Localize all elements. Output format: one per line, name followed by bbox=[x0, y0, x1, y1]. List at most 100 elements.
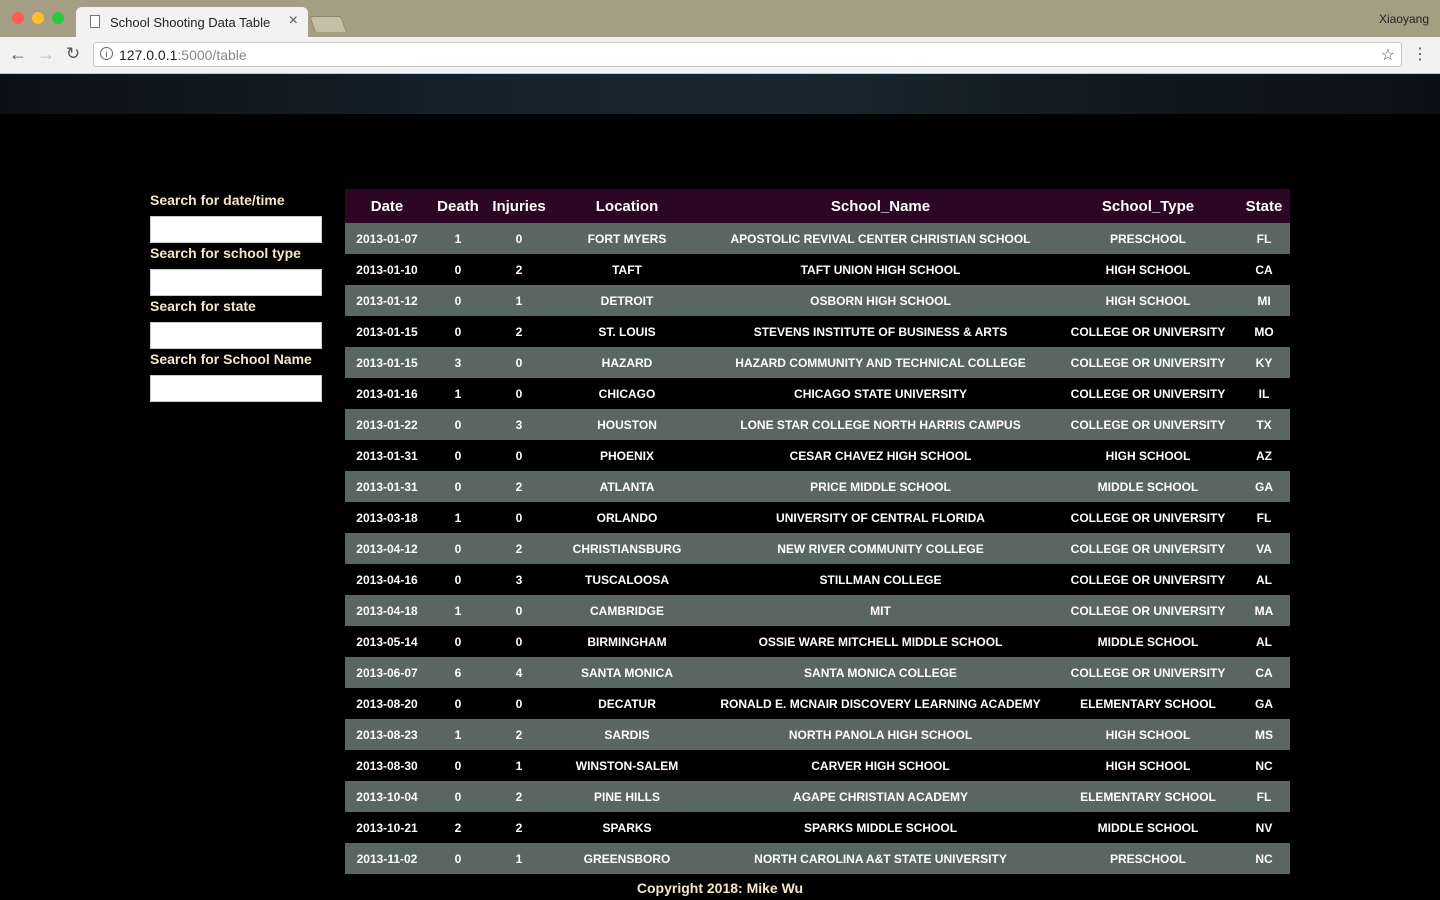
search-date-label: Search for date/time bbox=[150, 192, 285, 208]
table-cell: 2013-01-16 bbox=[356, 386, 418, 401]
table-cell: FL bbox=[1256, 510, 1272, 525]
table-cell: CHICAGO bbox=[598, 386, 656, 401]
star-icon[interactable]: ☆ bbox=[1381, 45, 1395, 65]
table-cell: 0 bbox=[454, 448, 462, 463]
table-cell: TX bbox=[1256, 417, 1272, 432]
search-school-label: Search for School Name bbox=[150, 351, 312, 367]
tab-title: School Shooting Data Table bbox=[110, 15, 271, 30]
search-type-group: Search for school type bbox=[150, 243, 322, 296]
table-cell: COLLEGE OR UNIVERSITY bbox=[1070, 386, 1226, 401]
table-row: 2013-01-12 0 1 DETROIT OSBORN HIGH SCHOOL HIG… bbox=[345, 285, 1290, 316]
table-row: 2013-01-16 1 0 CHICAGO CHICAGO STATE UNIVERS… bbox=[345, 378, 1290, 409]
reload-icon[interactable]: ↻ bbox=[62, 43, 84, 65]
table-cell: 0 bbox=[454, 324, 462, 339]
table-cell: 1 bbox=[454, 510, 462, 525]
table-cell: MIDDLE SCHOOL bbox=[1097, 479, 1199, 494]
column-header: School_Type bbox=[1101, 197, 1195, 215]
profile-name[interactable]: Xiaoyang bbox=[1379, 12, 1429, 26]
back-icon[interactable]: ← bbox=[7, 43, 29, 65]
table-cell: HIGH SCHOOL bbox=[1105, 293, 1191, 308]
table-cell: AL bbox=[1256, 634, 1272, 649]
table-cell: 0 bbox=[454, 789, 462, 804]
table-cell: 2 bbox=[515, 727, 523, 742]
search-date-input[interactable] bbox=[150, 216, 322, 243]
table-cell: 0 bbox=[454, 417, 462, 432]
table-cell: 2013-01-10 bbox=[356, 262, 418, 277]
table-cell: BIRMINGHAM bbox=[587, 634, 667, 649]
table-cell: 0 bbox=[454, 634, 462, 649]
table-cell: MIDDLE SCHOOL bbox=[1097, 634, 1199, 649]
table-cell: 0 bbox=[454, 479, 462, 494]
table-row: 2013-04-18 1 0 CAMBRIDGE MIT COLLEGE OR UNIVE… bbox=[345, 595, 1290, 626]
address-bar[interactable]: i 127.0.0.1:5000/table ☆ bbox=[93, 42, 1402, 67]
table-cell: 1 bbox=[454, 231, 462, 246]
table-cell: 3 bbox=[515, 572, 523, 587]
table-cell: AL bbox=[1256, 572, 1272, 587]
table-row: 2013-04-12 0 2 CHRISTIANSBURG NEW RIVER COMM… bbox=[345, 533, 1290, 564]
table-cell: CA bbox=[1255, 665, 1273, 680]
table-cell: GA bbox=[1255, 479, 1273, 494]
table-cell: 2013-10-04 bbox=[356, 789, 418, 804]
table-cell: 4 bbox=[515, 665, 523, 680]
table-row: 2013-01-07 1 0 FORT MYERS APOSTOLIC REVIVAL … bbox=[345, 223, 1290, 254]
table-cell: 2013-03-18 bbox=[356, 510, 418, 525]
shooting-data-table: Date Death Injuries Location School_Name Scho… bbox=[345, 189, 1290, 874]
table-cell: NORTH CAROLINA A&T STATE UNIVERSITY bbox=[754, 851, 1007, 866]
search-state-input[interactable] bbox=[150, 322, 322, 349]
table-cell: NEW RIVER COMMUNITY COLLEGE bbox=[777, 541, 984, 556]
table-cell: VA bbox=[1256, 541, 1272, 556]
table-cell: HAZARD COMMUNITY AND TECHNICAL COLLEGE bbox=[735, 355, 1026, 370]
table-cell: FORT MYERS bbox=[587, 231, 667, 246]
new-tab-button[interactable] bbox=[309, 16, 347, 32]
table-cell: 2 bbox=[515, 820, 523, 835]
table-cell: 3 bbox=[515, 417, 523, 432]
table-cell: PHOENIX bbox=[599, 448, 654, 463]
table-row: 2013-03-18 1 0 ORLANDO UNIVERSITY OF CENTRAL… bbox=[345, 502, 1290, 533]
column-header: Death bbox=[437, 197, 479, 215]
search-date-group: Search for date/time bbox=[150, 190, 322, 243]
table-cell: DETROIT bbox=[600, 293, 654, 308]
table-cell: 2013-11-02 bbox=[356, 851, 418, 866]
table-cell: 2 bbox=[515, 324, 523, 339]
table-cell: PRESCHOOL bbox=[1109, 851, 1186, 866]
table-cell: 2013-01-15 bbox=[356, 324, 418, 339]
table-cell: STILLMAN COLLEGE bbox=[819, 572, 942, 587]
maximize-window-button[interactable] bbox=[52, 12, 64, 24]
table-cell: 0 bbox=[515, 696, 523, 711]
table-cell: COLLEGE OR UNIVERSITY bbox=[1070, 541, 1226, 556]
table-cell: TAFT bbox=[612, 262, 642, 277]
table-cell: CAMBRIDGE bbox=[590, 603, 664, 618]
table-cell: ELEMENTARY SCHOOL bbox=[1080, 789, 1216, 804]
page-icon bbox=[90, 15, 100, 28]
table-cell: HIGH SCHOOL bbox=[1105, 262, 1191, 277]
table-cell: 2013-10-21 bbox=[356, 820, 418, 835]
table-row: 2013-01-10 0 2 TAFT TAFT UNION HIGH SCHOOL HI… bbox=[345, 254, 1290, 285]
table-cell: COLLEGE OR UNIVERSITY bbox=[1070, 355, 1226, 370]
table-cell: 2013-04-12 bbox=[356, 541, 418, 556]
info-icon[interactable]: i bbox=[100, 47, 113, 60]
close-window-button[interactable] bbox=[12, 12, 24, 24]
browser-titlebar: School Shooting Data Table × Xiaoyang bbox=[0, 0, 1440, 37]
table-row: 2013-08-23 1 2 SARDIS NORTH PANOLA HIGH SCHO… bbox=[345, 719, 1290, 750]
close-icon[interactable]: × bbox=[289, 12, 298, 30]
minimize-window-button[interactable] bbox=[32, 12, 44, 24]
table-header-row: Date Death Injuries Location School_Name Scho… bbox=[345, 189, 1290, 223]
table-cell: COLLEGE OR UNIVERSITY bbox=[1070, 572, 1226, 587]
table-cell: 2013-04-16 bbox=[356, 572, 418, 587]
table-cell: MIT bbox=[870, 603, 891, 618]
table-cell: 1 bbox=[515, 851, 523, 866]
menu-icon[interactable]: ⋮ bbox=[1412, 44, 1428, 64]
table-cell: ATLANTA bbox=[599, 479, 655, 494]
table-cell: UNIVERSITY OF CENTRAL FLORIDA bbox=[776, 510, 985, 525]
search-type-input[interactable] bbox=[150, 269, 322, 296]
forward-icon[interactable]: → bbox=[35, 43, 57, 65]
table-cell: 0 bbox=[515, 603, 523, 618]
table-cell: 2 bbox=[515, 479, 523, 494]
table-cell: 1 bbox=[454, 386, 462, 401]
browser-tab[interactable]: School Shooting Data Table × bbox=[76, 7, 308, 37]
table-cell: HIGH SCHOOL bbox=[1105, 758, 1191, 773]
table-cell: GA bbox=[1255, 696, 1273, 711]
table-cell: KY bbox=[1255, 355, 1273, 370]
column-header: Location bbox=[595, 197, 659, 215]
search-school-input[interactable] bbox=[150, 375, 322, 402]
